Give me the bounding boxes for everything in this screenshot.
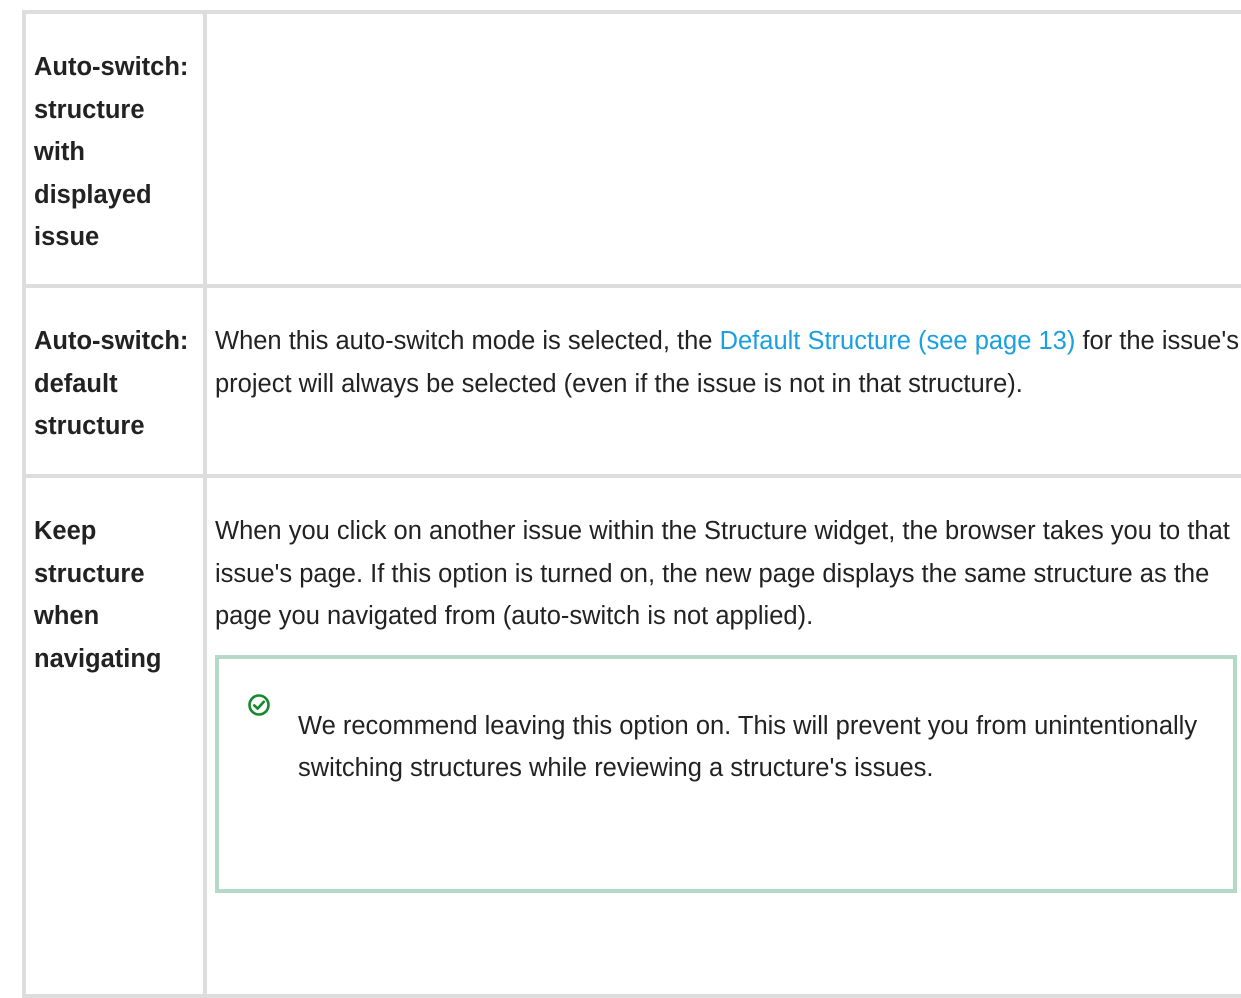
option-description: When this auto-switch mode is selected, …: [203, 284, 1241, 478]
options-document: Auto-switch: structure with displayed is…: [22, 10, 1241, 998]
option-description: [203, 10, 1241, 288]
option-name: Auto-switch: default structure: [22, 284, 207, 478]
table-row: Keep structure when navigating When you …: [22, 474, 1241, 998]
check-circle-icon: [248, 693, 270, 716]
description-text: When this auto-switch mode is selected, …: [215, 327, 720, 355]
options-table: Auto-switch: structure with displayed is…: [22, 10, 1241, 998]
table-row: Auto-switch: default structure When this…: [22, 284, 1241, 478]
description-text: When you click on another issue within t…: [215, 517, 1230, 630]
tip-panel: We recommend leaving this option on. Thi…: [215, 654, 1237, 893]
option-name: Auto-switch: structure with displayed is…: [22, 10, 207, 288]
option-name: Keep structure when navigating: [22, 474, 207, 998]
default-structure-link[interactable]: Default Structure (see page 13): [720, 327, 1076, 355]
option-description: When you click on another issue within t…: [203, 474, 1241, 998]
table-row: Auto-switch: structure with displayed is…: [22, 10, 1241, 288]
tip-text: We recommend leaving this option on. Thi…: [298, 711, 1198, 783]
